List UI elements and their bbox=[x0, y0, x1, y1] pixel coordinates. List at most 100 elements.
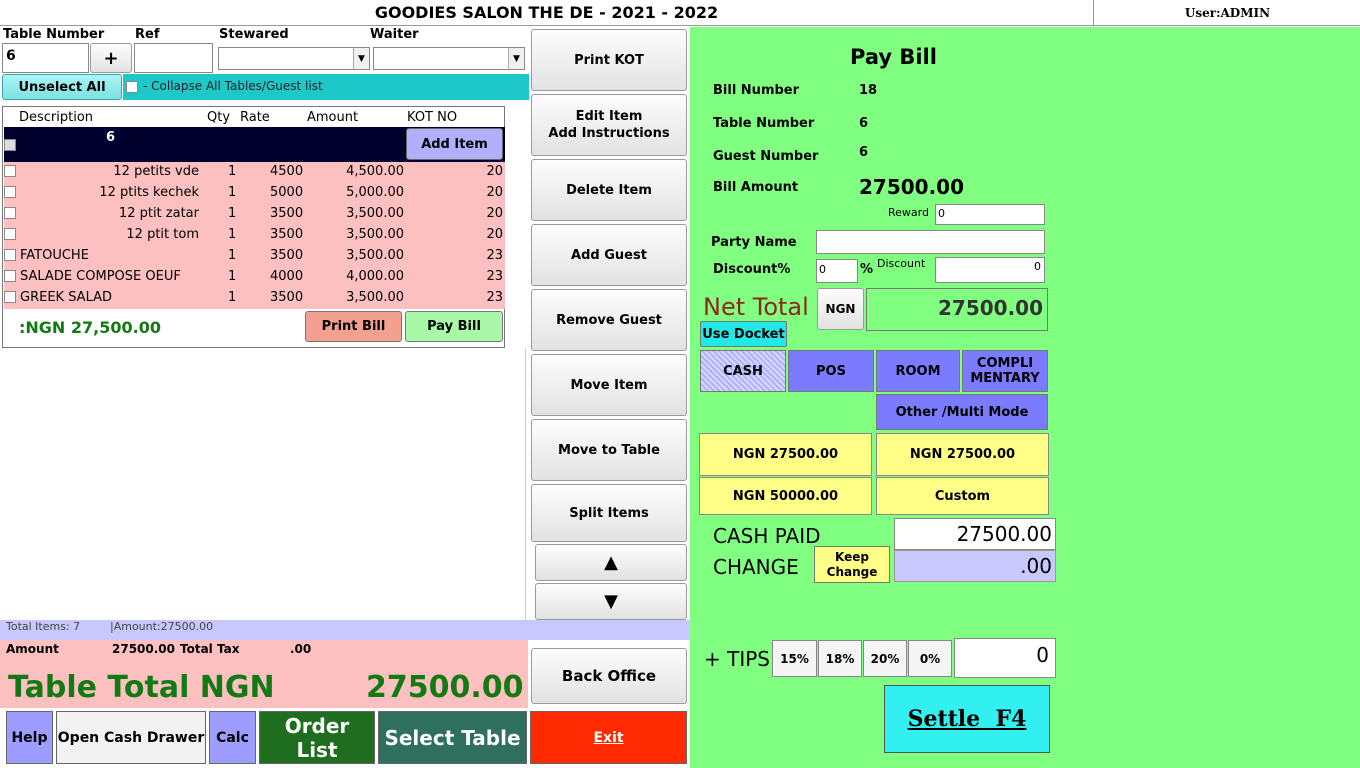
title-bar: GOODIES SALON THE DE - 2021 - 2022 User:… bbox=[0, 0, 1360, 26]
keep-change-button[interactable]: Keep Change bbox=[814, 546, 890, 583]
cell-qty: 1 bbox=[228, 248, 237, 263]
edit-item-button[interactable]: Edit Item Add Instructions bbox=[531, 94, 687, 156]
chevron-down-icon: ▼ bbox=[353, 48, 369, 69]
tip-20-button[interactable]: 20% bbox=[863, 640, 907, 677]
delete-item-button[interactable]: Delete Item bbox=[531, 159, 687, 221]
tips-input[interactable]: 0 bbox=[954, 638, 1056, 678]
cell-rate: 5000 bbox=[270, 185, 304, 200]
add-item-button[interactable]: Add Item bbox=[406, 128, 503, 160]
use-docket-button[interactable]: Use Docket bbox=[700, 321, 787, 347]
net-total-label: Net Total bbox=[703, 293, 809, 321]
print-bill-button[interactable]: Print Bill bbox=[305, 311, 402, 342]
remove-guest-button[interactable]: Remove Guest bbox=[531, 289, 687, 351]
table-row[interactable]: 12 petits vde 1 4500 4,500.00 20 bbox=[4, 162, 505, 183]
quick-amount-3[interactable]: NGN 50000.00 bbox=[699, 477, 872, 515]
guest-checkbox[interactable] bbox=[4, 139, 16, 151]
party-name-input[interactable] bbox=[816, 230, 1045, 254]
cell-description: 12 petits vde bbox=[113, 164, 199, 179]
party-name-label: Party Name bbox=[711, 235, 797, 250]
calc-button[interactable]: Calc bbox=[209, 711, 256, 764]
row-checkbox[interactable] bbox=[4, 165, 16, 177]
custom-amount-button[interactable]: Custom bbox=[876, 477, 1049, 515]
complimentary-mode-button[interactable]: COMPLI MENTARY bbox=[962, 350, 1048, 392]
select-table-button[interactable]: Select Table bbox=[378, 711, 527, 764]
cell-amount: 3,500.00 bbox=[346, 206, 404, 221]
row-checkbox[interactable] bbox=[4, 270, 16, 282]
room-mode-button[interactable]: ROOM bbox=[876, 350, 960, 392]
header-qty: Qty bbox=[207, 110, 231, 125]
bill-amount-label: Bill Amount bbox=[713, 180, 799, 195]
open-cash-drawer-button[interactable]: Open Cash Drawer bbox=[56, 711, 206, 764]
reward-input[interactable]: 0 bbox=[935, 204, 1045, 225]
cell-kot: 20 bbox=[486, 206, 503, 221]
waiter-label: Waiter bbox=[370, 27, 419, 42]
guest-label: 6 bbox=[106, 130, 116, 145]
currency-button[interactable]: NGN bbox=[817, 288, 864, 330]
table-row[interactable]: SALADE COMPOSE OEUF 1 4000 4,000.00 23 bbox=[4, 267, 505, 288]
order-list-button[interactable]: Order List bbox=[259, 711, 375, 764]
arrow-up-icon: ▲ bbox=[604, 552, 618, 573]
cell-description: SALADE COMPOSE OEUF bbox=[20, 269, 181, 284]
cell-qty: 1 bbox=[228, 290, 237, 305]
table-number-input[interactable]: 6 bbox=[2, 43, 89, 73]
stewared-label: Stewared bbox=[219, 27, 289, 42]
ref-input[interactable] bbox=[134, 43, 213, 73]
row-checkbox[interactable] bbox=[4, 291, 16, 303]
back-office-button[interactable]: Back Office bbox=[531, 648, 687, 704]
cell-rate: 3500 bbox=[270, 227, 304, 242]
header-rate: Rate bbox=[240, 110, 270, 125]
cash-mode-button[interactable]: CASH bbox=[700, 350, 786, 392]
percent-sign: % bbox=[860, 262, 874, 277]
header-amount: Amount bbox=[307, 110, 359, 125]
table-row[interactable]: 12 ptits kechek 1 5000 5,000.00 20 bbox=[4, 183, 505, 204]
row-checkbox[interactable] bbox=[4, 207, 16, 219]
scroll-up-button[interactable]: ▲ bbox=[535, 544, 687, 581]
cell-description: 12 ptit zatar bbox=[118, 206, 199, 221]
table-row[interactable]: GREEK SALAD 1 3500 3,500.00 23 bbox=[4, 288, 505, 309]
cell-qty: 1 bbox=[228, 185, 237, 200]
table-total-panel: Amount 27500.00 Total Tax .00 Table Tota… bbox=[0, 640, 528, 708]
move-item-button[interactable]: Move Item bbox=[531, 354, 687, 416]
cell-amount: 4,500.00 bbox=[346, 164, 404, 179]
table-row[interactable]: 12 ptit tom 1 3500 3,500.00 20 bbox=[4, 225, 505, 246]
stewared-select[interactable]: ▼ bbox=[218, 47, 370, 70]
pay-bill-button[interactable]: Pay Bill bbox=[405, 311, 503, 342]
row-checkbox[interactable] bbox=[4, 228, 16, 240]
discount-pct-input[interactable]: 0 bbox=[816, 259, 858, 283]
table-row[interactable]: FATOUCHE 1 3500 3,500.00 23 bbox=[4, 246, 505, 267]
cell-kot: 20 bbox=[486, 185, 503, 200]
collapse-checkbox[interactable] bbox=[126, 81, 138, 93]
table-row[interactable]: 12 ptit zatar 1 3500 3,500.00 20 bbox=[4, 204, 505, 225]
tip-0-button[interactable]: 0% bbox=[908, 640, 952, 677]
scroll-down-button[interactable]: ▼ bbox=[535, 583, 687, 620]
exit-button[interactable]: Exit bbox=[530, 711, 687, 764]
cash-paid-input[interactable]: 27500.00 bbox=[894, 518, 1056, 550]
arrow-down-icon: ▼ bbox=[604, 591, 618, 612]
item-grid: Description Qty Rate Amount KOT NO 6 Add… bbox=[2, 106, 505, 348]
row-checkbox[interactable] bbox=[4, 186, 16, 198]
settle-button[interactable]: Settle F4 bbox=[884, 685, 1050, 753]
row-checkbox[interactable] bbox=[4, 249, 16, 261]
waiter-select[interactable]: ▼ bbox=[373, 47, 525, 70]
cell-amount: 5,000.00 bbox=[346, 185, 404, 200]
discount-input[interactable]: 0 bbox=[935, 257, 1045, 283]
quick-amount-2[interactable]: NGN 27500.00 bbox=[876, 433, 1049, 476]
cell-kot: 23 bbox=[486, 269, 503, 284]
guest-row[interactable]: 6 Add Item bbox=[4, 127, 505, 162]
other-multi-mode-button[interactable]: Other /Multi Mode bbox=[876, 394, 1048, 430]
amount-label: Amount bbox=[6, 642, 59, 656]
tip-15-button[interactable]: 15% bbox=[772, 640, 817, 677]
cell-description: FATOUCHE bbox=[20, 248, 89, 263]
add-table-button[interactable]: + bbox=[90, 43, 132, 73]
add-guest-button[interactable]: Add Guest bbox=[531, 224, 687, 286]
move-to-table-button[interactable]: Move to Table bbox=[531, 419, 687, 481]
summary-strip: Total Items: 7 |Amount:27500.00 bbox=[0, 620, 690, 640]
pos-mode-button[interactable]: POS bbox=[788, 350, 874, 392]
quick-amount-1[interactable]: NGN 27500.00 bbox=[699, 433, 872, 476]
compli-line2: MENTARY bbox=[970, 371, 1040, 386]
help-button[interactable]: Help bbox=[6, 711, 53, 764]
tip-18-button[interactable]: 18% bbox=[818, 640, 862, 677]
split-items-button[interactable]: Split Items bbox=[531, 484, 687, 542]
unselect-all-button[interactable]: Unselect All bbox=[2, 74, 122, 100]
print-kot-button[interactable]: Print KOT bbox=[531, 29, 687, 91]
